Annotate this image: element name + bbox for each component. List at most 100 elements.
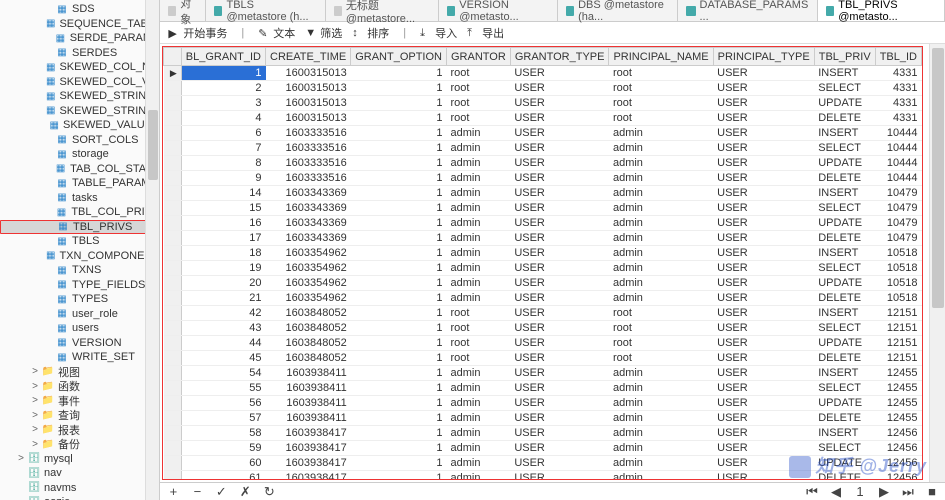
cell[interactable]: 1 bbox=[351, 381, 447, 396]
cell[interactable]: USER bbox=[713, 261, 814, 276]
cell[interactable]: 10479 bbox=[875, 201, 921, 216]
cell[interactable]: 1 bbox=[351, 456, 447, 471]
cell[interactable]: DELETE bbox=[814, 111, 875, 126]
cell[interactable]: admin bbox=[447, 441, 511, 456]
table-row[interactable]: 4316038480521rootUSERrootUSERSELECT12151 bbox=[164, 321, 922, 336]
cell[interactable]: root bbox=[609, 351, 713, 366]
cell[interactable]: USER bbox=[510, 216, 609, 231]
expand-icon[interactable]: > bbox=[30, 410, 40, 421]
tree-item-write-set[interactable]: ▦WRITE_SET bbox=[0, 350, 159, 365]
cell[interactable]: admin bbox=[447, 141, 511, 156]
cell[interactable]: USER bbox=[510, 141, 609, 156]
cell[interactable]: USER bbox=[510, 351, 609, 366]
cell[interactable]: admin bbox=[447, 471, 511, 481]
cell[interactable]: SELECT bbox=[814, 441, 875, 456]
cell[interactable]: USER bbox=[510, 81, 609, 96]
cell[interactable]: root bbox=[609, 336, 713, 351]
column-header-principal_type[interactable]: PRINCIPAL_TYPE bbox=[713, 48, 814, 66]
tree-item-storage[interactable]: ▦storage bbox=[0, 147, 159, 162]
cell[interactable]: 1603354962 bbox=[266, 261, 351, 276]
tree-item--[interactable]: >📁函数 bbox=[0, 379, 159, 394]
cancel-button[interactable]: ✗ bbox=[238, 484, 252, 500]
cell[interactable]: 12456 bbox=[875, 456, 921, 471]
cell[interactable]: USER bbox=[713, 321, 814, 336]
table-row[interactable]: 1616033433691adminUSERadminUSERUPDATE104… bbox=[164, 216, 922, 231]
cell[interactable]: 1 bbox=[351, 231, 447, 246]
table-row[interactable]: 5416039384111adminUSERadminUSERINSERT124… bbox=[164, 366, 922, 381]
cell[interactable]: 1 bbox=[351, 351, 447, 366]
tree-item-txns[interactable]: ▦TXNS bbox=[0, 263, 159, 278]
cell[interactable]: 1 bbox=[351, 336, 447, 351]
first-page-button[interactable]: ⏮ bbox=[805, 484, 819, 500]
cell[interactable]: 9 bbox=[181, 171, 265, 186]
cell[interactable]: 1 bbox=[351, 396, 447, 411]
cell[interactable]: SELECT bbox=[814, 141, 875, 156]
cell[interactable]: 10518 bbox=[875, 276, 921, 291]
cell[interactable]: 55 bbox=[181, 381, 265, 396]
cell[interactable]: 12151 bbox=[875, 336, 921, 351]
cell[interactable]: USER bbox=[713, 441, 814, 456]
cell[interactable]: admin bbox=[609, 186, 713, 201]
cell[interactable]: USER bbox=[510, 336, 609, 351]
table-row[interactable]: 4216038480521rootUSERrootUSERINSERT12151 bbox=[164, 306, 922, 321]
cell[interactable]: 12151 bbox=[875, 306, 921, 321]
cell[interactable]: root bbox=[609, 306, 713, 321]
cell[interactable]: 10444 bbox=[875, 126, 921, 141]
cell[interactable]: 1600315013 bbox=[266, 111, 351, 126]
last-page-button[interactable]: ⏭ bbox=[901, 484, 915, 500]
cell[interactable]: 10518 bbox=[875, 246, 921, 261]
begin-transaction-button[interactable]: ▶ 开始事务 bbox=[168, 25, 227, 41]
table-row[interactable]: 1816033549621adminUSERadminUSERINSERT105… bbox=[164, 246, 922, 261]
cell[interactable]: USER bbox=[510, 201, 609, 216]
cell[interactable]: admin bbox=[609, 246, 713, 261]
cell[interactable]: 1603938411 bbox=[266, 396, 351, 411]
table-row[interactable]: 5516039384111adminUSERadminUSERSELECT124… bbox=[164, 381, 922, 396]
cell[interactable]: admin bbox=[447, 381, 511, 396]
cell[interactable]: 10479 bbox=[875, 231, 921, 246]
cell[interactable]: 1 bbox=[181, 66, 265, 81]
cell[interactable]: 4 bbox=[181, 111, 265, 126]
table-row[interactable]: 916033335161adminUSERadminUSERDELETE1044… bbox=[164, 171, 922, 186]
cell[interactable]: USER bbox=[713, 456, 814, 471]
cell[interactable]: 1603848052 bbox=[266, 306, 351, 321]
cell[interactable]: root bbox=[609, 66, 713, 81]
cell[interactable]: USER bbox=[713, 156, 814, 171]
cell[interactable]: 2 bbox=[181, 81, 265, 96]
cell[interactable]: root bbox=[609, 81, 713, 96]
cell[interactable]: 1 bbox=[351, 216, 447, 231]
cell[interactable]: USER bbox=[510, 96, 609, 111]
expand-icon[interactable]: > bbox=[30, 439, 40, 450]
cell[interactable]: 1603343369 bbox=[266, 216, 351, 231]
cell[interactable]: 12151 bbox=[875, 351, 921, 366]
tab--[interactable]: 对象 bbox=[160, 0, 206, 21]
cell[interactable]: 16 bbox=[181, 216, 265, 231]
cell[interactable]: INSERT bbox=[814, 126, 875, 141]
cell[interactable]: 15 bbox=[181, 201, 265, 216]
tree-item-tbls[interactable]: ▦TBLS bbox=[0, 234, 159, 249]
tree-item-tab-col-stats[interactable]: ▦TAB_COL_STATS bbox=[0, 162, 159, 177]
cell[interactable]: 1600315013 bbox=[266, 81, 351, 96]
cell[interactable]: USER bbox=[713, 351, 814, 366]
table-row[interactable]: 5916039384171adminUSERadminUSERSELECT124… bbox=[164, 441, 922, 456]
cell[interactable]: root bbox=[447, 81, 511, 96]
prev-page-button[interactable]: ◀ bbox=[829, 484, 843, 500]
cell[interactable]: 10479 bbox=[875, 186, 921, 201]
column-header-grantor[interactable]: GRANTOR bbox=[447, 48, 511, 66]
table-row[interactable]: 2116033549621adminUSERadminUSERDELETE105… bbox=[164, 291, 922, 306]
cell[interactable]: 1 bbox=[351, 306, 447, 321]
cell[interactable]: DELETE bbox=[814, 471, 875, 481]
cell[interactable]: USER bbox=[713, 291, 814, 306]
tree-item-user-role[interactable]: ▦user_role bbox=[0, 307, 159, 322]
cell[interactable]: UPDATE bbox=[814, 336, 875, 351]
cell[interactable]: 17 bbox=[181, 231, 265, 246]
tab--metastore-[interactable]: 无标题 @metastore... bbox=[326, 0, 439, 21]
cell[interactable]: 61 bbox=[181, 471, 265, 481]
cell[interactable]: 12456 bbox=[875, 471, 921, 481]
cell[interactable]: DELETE bbox=[814, 231, 875, 246]
tree-item--[interactable]: >📁备份 bbox=[0, 437, 159, 452]
cell[interactable]: UPDATE bbox=[814, 216, 875, 231]
cell[interactable]: 3 bbox=[181, 96, 265, 111]
table-row[interactable]: 5816039384171adminUSERadminUSERINSERT124… bbox=[164, 426, 922, 441]
cell[interactable]: admin bbox=[447, 231, 511, 246]
cell[interactable]: 1 bbox=[351, 201, 447, 216]
